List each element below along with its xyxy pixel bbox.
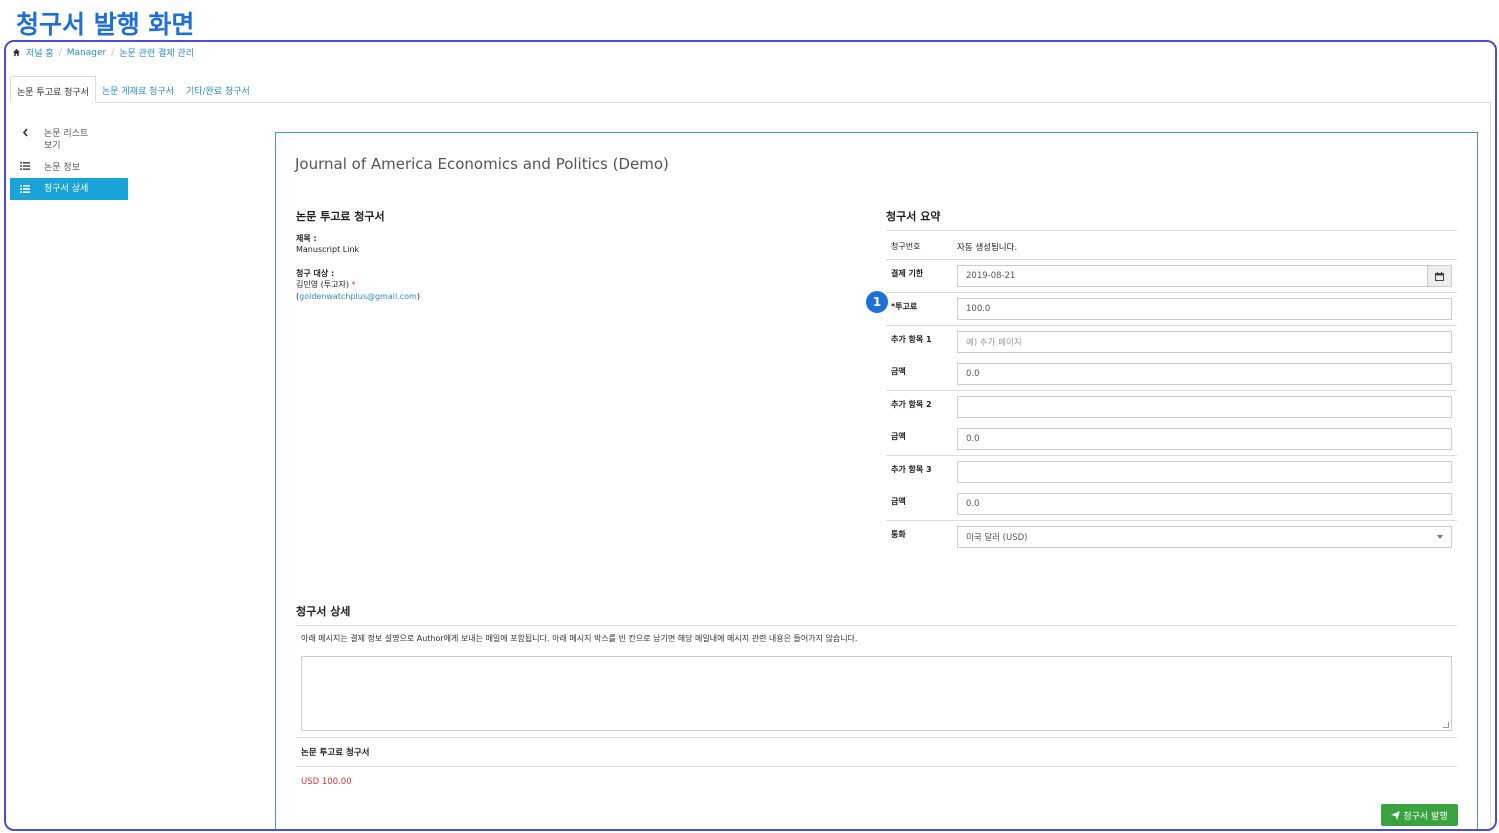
extra-item-1-row: 추가 항목 1 예) 추가 페이지 [886,326,1457,358]
detail-title: 청구서 상세 [296,603,1457,626]
extra-item-1-input[interactable]: 예) 추가 페이지 [957,331,1452,353]
list-icon [18,185,32,193]
sidebar: 논문 리스트보기 논문 정보 청구서 상세 [10,124,128,200]
breadcrumb-journal-home[interactable]: 저널 홈 [26,46,54,59]
invoice-title: 논문 투고료 청구서 [296,210,385,223]
amount-2-label: 금액 [891,432,906,441]
step-badge: 1 [866,291,888,313]
amount-1-label: 금액 [891,367,906,376]
extra-item-1-label: 추가 항목 1 [891,335,932,344]
issue-invoice-label: 청구서 발행 [1403,811,1448,822]
billing-target-name: 김민영 (투고자) [296,280,349,289]
fee-label: *투고료 [891,302,918,311]
amount-3-input[interactable]: 0.0 [957,493,1452,515]
invoice-detail-section: 청구서 상세 아래 메시지는 결제 정보 설명으로 Author에게 보내는 메… [296,603,1457,797]
billing-target-email[interactable]: goldenwatchplus@gmail.com [299,292,417,301]
sidebar-item-invoice-detail[interactable]: 청구서 상세 [10,178,128,200]
sidebar-item-label: 논문 정보 [44,163,80,173]
detail-message-textarea[interactable] [301,656,1452,731]
breadcrumb-separator: / [111,47,115,58]
fee-input[interactable]: 100.0 [957,298,1452,320]
tab-other-completed-invoice[interactable]: 기타/완료 청구서 [180,76,256,102]
calendar-icon[interactable] [1427,265,1452,287]
required-mark: * [351,280,356,289]
extra-item-2-input[interactable] [957,396,1452,418]
sidebar-item-back-to-list[interactable]: 논문 리스트보기 [10,124,128,156]
amount-3-row: 금액 0.0 [886,488,1457,521]
extra-item-2-label: 추가 항목 2 [891,400,932,409]
page-title: 청구서 발행 화면 [16,10,195,39]
billing-target-label: 청구 대상 : [296,269,335,278]
invoice-number-row: 청구번호 자동 생성됩니다. [886,231,1457,260]
extra-item-3-label: 추가 항목 3 [891,465,932,474]
invoice-number-value: 자동 생성됩니다. [957,243,1018,253]
detail-total-amount: USD 100.00 [301,777,352,787]
currency-label: 통화 [891,530,906,539]
send-icon [1391,810,1401,820]
due-date-picker: 2019-08-21 [957,265,1452,287]
amount-2-input[interactable]: 0.0 [957,428,1452,450]
subject-label: 제목 : [296,234,317,243]
email-paren-close: ) [416,292,420,301]
invoice-summary: 청구서 요약 청구번호 자동 생성됩니다. 결제 기한 2019-08-21 1… [866,208,1457,553]
caret-down-icon [1437,535,1443,539]
tab-content-border [1490,103,1491,829]
resize-handle-icon[interactable] [1443,722,1449,728]
sidebar-back-label-2: 보기 [44,141,61,151]
extra-item-3-input[interactable] [957,461,1452,483]
chevron-left-icon [18,128,32,137]
detail-help-text: 아래 메시지는 결제 정보 설명으로 Author에게 보내는 메일에 포함됩니… [301,634,858,643]
tab-bar: 논문 투고료 청구서 논문 게재료 청구서 기타/완료 청구서 [10,76,1491,103]
invoice-number-label: 청구번호 [891,242,921,251]
extra-item-2-row: 추가 항목 2 [886,391,1457,423]
tab-submission-invoice[interactable]: 논문 투고료 청구서 [10,76,96,103]
sidebar-item-paper-info[interactable]: 논문 정보 [10,158,128,178]
tab-publication-invoice[interactable]: 논문 게재료 청구서 [96,76,180,102]
journal-title: Journal of America Economics and Politic… [295,155,669,173]
amount-1-input[interactable]: 0.0 [957,363,1452,385]
currency-selected-value: 미국 달러 (USD) [966,533,1028,543]
invoice-panel: Journal of America Economics and Politic… [275,132,1478,829]
detail-invoice-subtitle: 논문 투고료 청구서 [296,737,1457,767]
invoice-info: 논문 투고료 청구서 제목 : Manuscript Link 청구 대상 : … [296,208,846,303]
amount-3-label: 금액 [891,497,906,506]
amount-1-row: 금액 0.0 [886,358,1457,391]
extra-item-3-row: 추가 항목 3 [886,456,1457,488]
summary-title: 청구서 요약 [886,208,1457,231]
amount-2-row: 금액 0.0 [886,423,1457,456]
sidebar-back-label: 논문 리스트 [44,129,89,139]
due-date-input[interactable]: 2019-08-21 [957,265,1427,287]
subject-value: Manuscript Link [296,245,360,254]
breadcrumb-separator: / [58,47,62,58]
home-icon [12,48,21,57]
due-date-row: 결제 기한 2019-08-21 [886,260,1457,293]
sidebar-item-label: 청구서 상세 [44,184,89,194]
app-frame: 저널 홈 / Manager / 논문 관련 결제 관리 논문 투고료 청구서 … [4,40,1497,831]
currency-row: 통화 미국 달러 (USD) [886,521,1457,553]
currency-select[interactable]: 미국 달러 (USD) [957,526,1452,548]
fee-row: 1 *투고료 100.0 [866,291,1457,326]
due-date-label: 결제 기한 [891,269,924,278]
breadcrumb: 저널 홈 / Manager / 논문 관련 결제 관리 [12,46,194,59]
list-icon [18,162,32,170]
breadcrumb-payment-management[interactable]: 논문 관련 결제 관리 [119,46,194,59]
issue-invoice-button[interactable]: 청구서 발행 [1381,804,1458,826]
breadcrumb-manager[interactable]: Manager [67,48,106,58]
